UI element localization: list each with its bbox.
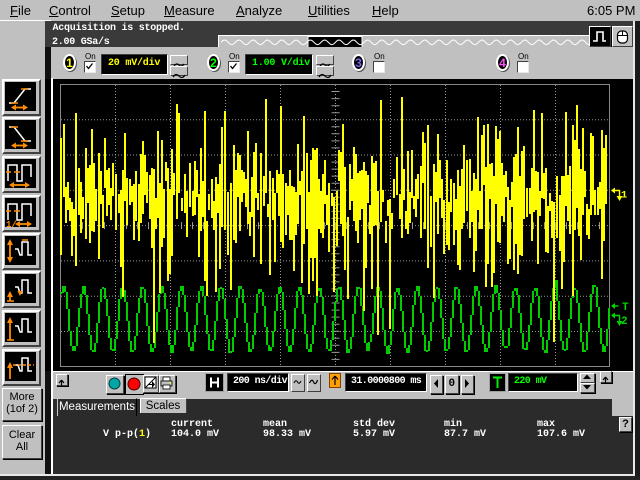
svg-text:1: 1 — [621, 190, 627, 202]
svg-text:2: 2 — [621, 316, 628, 328]
svg-text:T: T — [622, 302, 629, 314]
svg-text:1/: 1/ — [6, 220, 17, 227]
